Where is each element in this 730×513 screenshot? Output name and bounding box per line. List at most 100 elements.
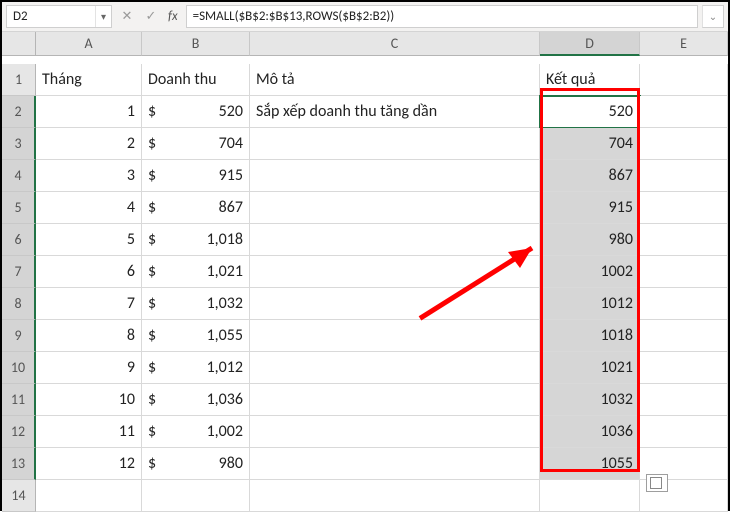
cell-A3[interactable]: 2 xyxy=(36,128,142,160)
cell-C13[interactable] xyxy=(250,448,540,480)
cell-E6[interactable] xyxy=(640,224,728,256)
name-box[interactable]: D2 xyxy=(7,9,95,24)
formula-buttons: ✕ ✓ fx xyxy=(112,2,186,31)
cell-C7[interactable] xyxy=(250,256,540,288)
fx-icon[interactable]: fx xyxy=(168,9,178,24)
row-header-3[interactable]: 3 xyxy=(2,128,36,160)
cell-B5[interactable]: $867 xyxy=(142,192,250,224)
cancel-icon[interactable]: ✕ xyxy=(120,9,134,24)
row-header-12[interactable]: 12 xyxy=(2,416,36,448)
cell-C2[interactable]: Sắp xếp doanh thu tăng dần xyxy=(250,96,540,128)
cell-E9[interactable] xyxy=(640,320,728,352)
cell-B10[interactable]: $1,012 xyxy=(142,352,250,384)
cell-B9[interactable]: $1,055 xyxy=(142,320,250,352)
column-header-D[interactable]: D xyxy=(540,32,640,56)
cell-D8[interactable]: 1012 xyxy=(540,288,640,320)
cell-A14[interactable] xyxy=(36,480,142,512)
cell-E12[interactable] xyxy=(640,416,728,448)
row-header-9[interactable]: 9 xyxy=(2,320,36,352)
cell-A6[interactable]: 5 xyxy=(36,224,142,256)
cell-C5[interactable] xyxy=(250,192,540,224)
cell-D1[interactable]: Kết quả xyxy=(540,64,640,96)
cell-D3[interactable]: 704 xyxy=(540,128,640,160)
cell-E5[interactable] xyxy=(640,192,728,224)
cell-A2[interactable]: 1 xyxy=(36,96,142,128)
row-header-10[interactable]: 10 xyxy=(2,352,36,384)
cell-D13[interactable]: 1055 xyxy=(540,448,640,480)
cell-C10[interactable] xyxy=(250,352,540,384)
cell-C4[interactable] xyxy=(250,160,540,192)
cell-E10[interactable] xyxy=(640,352,728,384)
cell-D5[interactable]: 915 xyxy=(540,192,640,224)
formula-bar: D2 ▾ ✕ ✓ fx =SMALL($B$2:$B$13,ROWS($B$2:… xyxy=(2,2,728,32)
cell-A13[interactable]: 12 xyxy=(36,448,142,480)
cell-E3[interactable] xyxy=(640,128,728,160)
row-header-6[interactable]: 6 xyxy=(2,224,36,256)
cell-A10[interactable]: 9 xyxy=(36,352,142,384)
cell-D6[interactable]: 980 xyxy=(540,224,640,256)
cell-E2[interactable] xyxy=(640,96,728,128)
row-header-4[interactable]: 4 xyxy=(2,160,36,192)
cell-D14[interactable] xyxy=(540,480,640,512)
column-header-A[interactable]: A xyxy=(36,32,142,56)
row-header-8[interactable]: 8 xyxy=(2,288,36,320)
cell-D12[interactable]: 1036 xyxy=(540,416,640,448)
cell-A4[interactable]: 3 xyxy=(36,160,142,192)
cell-C9[interactable] xyxy=(250,320,540,352)
cell-B1[interactable]: Doanh thu xyxy=(142,64,250,96)
cell-E7[interactable] xyxy=(640,256,728,288)
cell-E11[interactable] xyxy=(640,384,728,416)
cell-A9[interactable]: 8 xyxy=(36,320,142,352)
cell-A1[interactable]: Tháng xyxy=(36,64,142,96)
cell-B13[interactable]: $980 xyxy=(142,448,250,480)
row-header-11[interactable]: 11 xyxy=(2,384,36,416)
cell-D4[interactable]: 867 xyxy=(540,160,640,192)
cell-B3[interactable]: $704 xyxy=(142,128,250,160)
cell-B6[interactable]: $1,018 xyxy=(142,224,250,256)
column-header-B[interactable]: B xyxy=(142,32,250,56)
cell-D7[interactable]: 1002 xyxy=(540,256,640,288)
cell-B11[interactable]: $1,036 xyxy=(142,384,250,416)
cell-E4[interactable] xyxy=(640,160,728,192)
cell-C1[interactable]: Mô tả xyxy=(250,64,540,96)
row-header-2[interactable]: 2 xyxy=(2,96,36,128)
name-box-dropdown[interactable]: ▾ xyxy=(95,6,111,27)
cell-A7[interactable]: 6 xyxy=(36,256,142,288)
cell-C11[interactable] xyxy=(250,384,540,416)
row-header-7[interactable]: 7 xyxy=(2,256,36,288)
formula-expand-icon[interactable]: ⌄ xyxy=(702,5,724,28)
cell-C6[interactable] xyxy=(250,224,540,256)
cell-A5[interactable]: 4 xyxy=(36,192,142,224)
cell-B12[interactable]: $1,002 xyxy=(142,416,250,448)
cell-C14[interactable] xyxy=(250,480,540,512)
cell-B8[interactable]: $1,032 xyxy=(142,288,250,320)
column-header-E[interactable]: E xyxy=(640,32,728,56)
name-box-container: D2 ▾ xyxy=(6,5,112,28)
spreadsheet-grid[interactable]: ABCDE1ThángDoanh thuMô tảKết quả21$520Sắ… xyxy=(2,32,728,512)
row-header-13[interactable]: 13 xyxy=(2,448,36,480)
cell-D2[interactable]: 520 xyxy=(540,96,640,128)
row-header-1[interactable]: 1 xyxy=(2,64,36,96)
cell-C12[interactable] xyxy=(250,416,540,448)
cell-D11[interactable]: 1032 xyxy=(540,384,640,416)
cell-A11[interactable]: 10 xyxy=(36,384,142,416)
autofill-options-button[interactable] xyxy=(646,474,668,492)
cell-C8[interactable] xyxy=(250,288,540,320)
select-all-corner[interactable] xyxy=(2,32,36,56)
enter-icon[interactable]: ✓ xyxy=(144,9,158,24)
row-header-5[interactable]: 5 xyxy=(2,192,36,224)
cell-B7[interactable]: $1,021 xyxy=(142,256,250,288)
formula-input[interactable]: =SMALL($B$2:$B$13,ROWS($B$2:B2)) xyxy=(186,5,698,28)
cell-A8[interactable]: 7 xyxy=(36,288,142,320)
cell-B14[interactable] xyxy=(142,480,250,512)
cell-D9[interactable]: 1018 xyxy=(540,320,640,352)
row-header-14[interactable]: 14 xyxy=(2,480,36,512)
column-header-C[interactable]: C xyxy=(250,32,540,56)
cell-C3[interactable] xyxy=(250,128,540,160)
cell-B4[interactable]: $915 xyxy=(142,160,250,192)
cell-B2[interactable]: $520 xyxy=(142,96,250,128)
cell-D10[interactable]: 1021 xyxy=(540,352,640,384)
cell-E1[interactable] xyxy=(640,64,728,96)
cell-A12[interactable]: 11 xyxy=(36,416,142,448)
cell-E8[interactable] xyxy=(640,288,728,320)
